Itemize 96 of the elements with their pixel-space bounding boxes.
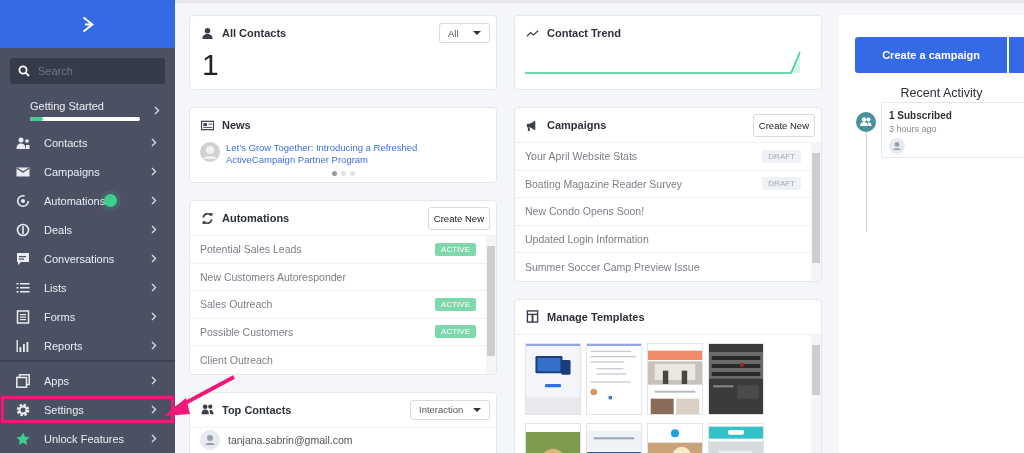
- status-badge: DRAFT: [762, 177, 801, 191]
- campaigns-name[interactable]: Summer Soccer Camp Preview Issue: [525, 260, 700, 273]
- sidebar-item[interactable]: Automations: [0, 186, 175, 215]
- chevron-icon: [151, 376, 157, 385]
- logo-icon[interactable]: [81, 15, 94, 33]
- filter-dropdown[interactable]: Interaction: [410, 399, 490, 420]
- chevron-icon: [151, 434, 157, 443]
- news-icon: [201, 118, 214, 132]
- sidebar-item[interactable]: Unlock Features: [0, 424, 175, 453]
- coin-icon: [16, 222, 30, 237]
- scrollbar[interactable]: [811, 334, 821, 453]
- chevron-icon: [151, 138, 157, 147]
- sidebar-label: Reports: [44, 339, 84, 352]
- scrollbar[interactable]: [486, 236, 496, 374]
- chevron-icon: [151, 225, 157, 234]
- status-badge: ACTIVE: [435, 297, 476, 311]
- sidebar-item[interactable]: Apps: [0, 366, 175, 395]
- people-icon: [856, 112, 876, 132]
- contact-email[interactable]: tanjana.sabrin@gmail.com: [228, 433, 353, 446]
- automations-name[interactable]: Possible Customers: [200, 325, 294, 338]
- card-title: Campaigns: [547, 119, 608, 131]
- automations-name[interactable]: Sales Outreach: [200, 298, 273, 311]
- automations-name[interactable]: Potential Sales Leads: [200, 243, 302, 256]
- status-badge: DRAFT: [762, 149, 801, 163]
- sidebar-item[interactable]: Campaigns: [0, 157, 175, 186]
- status-badge: ACTIVE: [435, 325, 476, 339]
- bar-chart-icon: [16, 338, 30, 353]
- panel-heading: Recent Activity: [899, 85, 984, 102]
- create-new-button[interactable]: Create New: [752, 113, 815, 137]
- sidebar-item[interactable]: Getting Started: [0, 92, 175, 128]
- filter-dropdown[interactable]: All: [439, 23, 490, 43]
- sidebar-label: Deals: [44, 223, 74, 236]
- activity-title: 1 Subscribed: [889, 110, 953, 121]
- card-title: Manage Templates: [547, 310, 646, 323]
- automations-name[interactable]: Client Outreach: [200, 353, 273, 366]
- star-icon: [16, 431, 30, 446]
- automations-name[interactable]: New Customers Autoresponder: [200, 270, 346, 283]
- sidebar-label: Campaigns: [44, 165, 101, 178]
- avatar-icon: [889, 138, 905, 154]
- target-icon: [16, 193, 30, 208]
- sidebar-item[interactable]: Lists: [0, 273, 175, 302]
- card-title: News: [222, 119, 252, 131]
- list-icon: [16, 280, 30, 295]
- chat-icon: [16, 251, 30, 266]
- chevron-icon: [151, 405, 157, 414]
- chevron-icon: [151, 312, 157, 321]
- chevron-icon: [151, 167, 157, 176]
- sidebar-item[interactable]: Forms: [0, 302, 175, 331]
- search-field[interactable]: Search: [10, 58, 165, 84]
- sidebar-item[interactable]: Conversations: [0, 244, 175, 273]
- chevron-icon: [151, 341, 157, 350]
- card-title: Top Contacts: [222, 403, 293, 416]
- sidebar-label: Lists: [44, 281, 68, 294]
- card-title: All Contacts: [222, 27, 288, 39]
- chevron-icon: [151, 196, 157, 205]
- settings-icon: [16, 402, 30, 417]
- sidebar-item[interactable]: Reports: [0, 331, 175, 360]
- sidebar-label: Getting Started: [30, 99, 105, 112]
- campaigns-name[interactable]: Boating Magazine Reader Survey: [525, 177, 682, 190]
- windows-icon: [16, 373, 30, 388]
- people-icon: [201, 403, 214, 416]
- page-dot[interactable]: [349, 171, 355, 176]
- caret-icon: [473, 31, 481, 35]
- card-title: Automations: [222, 212, 291, 224]
- status-badge: ACTIVE: [435, 242, 476, 256]
- page-dot[interactable]: [340, 171, 346, 176]
- chevron-icon: [151, 254, 157, 263]
- avatar-icon: [200, 142, 220, 162]
- chevron-icon: [154, 105, 160, 115]
- contacts-icon: [16, 135, 30, 150]
- contact-count: 1: [201, 50, 220, 80]
- sidebar-label: Forms: [44, 310, 77, 323]
- campaigns-name[interactable]: Updated Login Information: [525, 232, 649, 245]
- create-new-button[interactable]: Create New: [427, 206, 490, 230]
- sidebar-label: Conversations: [44, 252, 116, 265]
- card-title: Contact Trend: [547, 27, 622, 39]
- scrollbar[interactable]: [811, 143, 821, 281]
- refresh-icon: [201, 211, 214, 225]
- campaigns-name[interactable]: New Condo Opens Soon!: [525, 205, 645, 218]
- campaigns-name[interactable]: Your April Website Stats: [525, 150, 638, 163]
- avatar-icon: [200, 429, 220, 450]
- form-icon: [16, 309, 30, 324]
- sidebar-item[interactable]: Contacts: [0, 128, 175, 157]
- search-icon: [18, 65, 30, 77]
- activity-time: 3 hours ago: [889, 124, 938, 134]
- create-campaign-button[interactable]: Create a campaign: [855, 37, 1008, 73]
- sidebar-label: Contacts: [44, 136, 89, 149]
- template-icon: [526, 310, 539, 323]
- sidebar-item[interactable]: Settings: [0, 395, 175, 424]
- news-link[interactable]: Let’s Grow Together: Introducing a Refreshed ActiveCampaign Partner Program: [226, 142, 486, 166]
- person-icon: [201, 26, 214, 40]
- caret-icon: [473, 407, 481, 412]
- chevron-icon: [151, 283, 157, 292]
- sidebar-label: Automations: [44, 194, 107, 207]
- sidebar-item[interactable]: Deals: [0, 215, 175, 244]
- page-dot[interactable]: [331, 171, 337, 176]
